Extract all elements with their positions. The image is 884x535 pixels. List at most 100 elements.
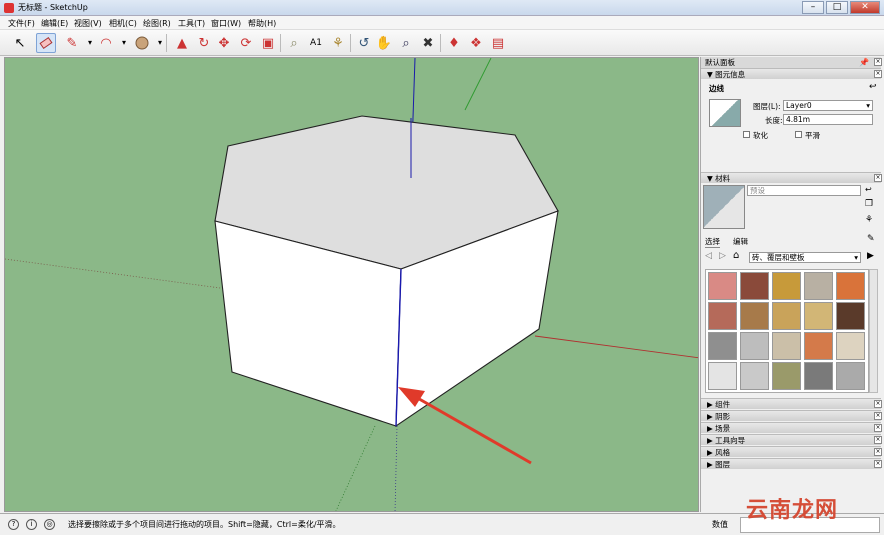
material-swatch[interactable] <box>708 362 737 390</box>
collapsed-panel-header[interactable]: ▶ 图层 <box>701 458 881 469</box>
green-axis <box>464 58 492 111</box>
eyedropper-icon[interactable]: ✎ <box>867 234 875 244</box>
material-swatch[interactable] <box>772 362 801 390</box>
warehouse-icon[interactable]: ♦ <box>444 33 464 53</box>
red-axis-dotted <box>5 258 236 291</box>
tab-edit[interactable]: 编辑 <box>733 236 748 247</box>
details-arrow-icon[interactable]: ▶ <box>867 251 874 261</box>
zoom-icon[interactable]: ⌕ <box>396 33 416 53</box>
collapsed-panel-header[interactable]: ▶ 风格 <box>701 446 881 457</box>
pan-icon[interactable]: ✋ <box>374 33 394 53</box>
geo-location-icon[interactable]: ? <box>8 519 19 530</box>
material-swatch[interactable] <box>772 272 801 300</box>
credits-icon[interactable]: i <box>26 519 37 530</box>
material-swatch[interactable] <box>836 302 865 330</box>
share-icon[interactable]: ▤ <box>488 33 508 53</box>
material-swatch[interactable] <box>772 302 801 330</box>
layer-select[interactable]: Layer0 ▾ <box>783 100 873 111</box>
text-icon[interactable]: A1 <box>306 33 326 53</box>
material-name-field[interactable]: 预设 <box>747 185 861 196</box>
entity-menu-icon[interactable]: ↩ <box>869 82 877 92</box>
push-pull-icon[interactable]: ▲ <box>172 33 192 53</box>
menu-draw[interactable]: 绘图(R) <box>143 18 171 29</box>
soften-checkbox[interactable] <box>743 131 750 138</box>
materials-close-icon[interactable]: × <box>874 174 882 182</box>
material-preview <box>703 185 745 229</box>
paint-icon[interactable]: ⚘ <box>328 33 348 53</box>
menu-view[interactable]: 视图(V) <box>74 18 102 29</box>
menu-edit[interactable]: 编辑(E) <box>41 18 68 29</box>
zoom-extents-icon[interactable]: ✖ <box>418 33 438 53</box>
pin-icon[interactable]: 📌 <box>859 58 869 67</box>
arc-icon[interactable]: ◠ <box>96 33 116 53</box>
eraser-icon[interactable] <box>36 33 56 53</box>
arc-dropdown-icon[interactable]: ▾ <box>114 33 134 53</box>
collapsed-panel-close-icon[interactable]: × <box>874 400 882 408</box>
material-swatch[interactable] <box>740 272 769 300</box>
entity-info-close-icon[interactable]: × <box>874 70 882 78</box>
entity-info-header[interactable]: ▼ 图元信息 <box>701 68 881 79</box>
paint-dropdown-icon[interactable]: ▾ <box>150 33 170 53</box>
account-icon[interactable]: ◎ <box>44 519 55 530</box>
material-swatch[interactable] <box>836 362 865 390</box>
menu-file[interactable]: 文件(F) <box>8 18 35 29</box>
swatch-scrollbar[interactable] <box>869 269 878 393</box>
home-icon[interactable]: ⌂ <box>733 250 739 261</box>
menu-camera[interactable]: 相机(C) <box>109 18 137 29</box>
material-swatch[interactable] <box>836 272 865 300</box>
collapsed-panel-header[interactable]: ▶ 工具向导 <box>701 434 881 445</box>
tray-close-icon[interactable]: × <box>874 58 882 66</box>
collapsed-panel-close-icon[interactable]: × <box>874 448 882 456</box>
minimize-button[interactable]: – <box>802 1 824 14</box>
scene-canvas[interactable] <box>5 58 699 512</box>
material-swatch[interactable] <box>804 362 833 390</box>
orbit-icon[interactable]: ↺ <box>354 33 374 53</box>
sketchup-logo-icon <box>4 3 14 13</box>
materials-header[interactable]: ▼ 材料 <box>701 172 881 183</box>
material-swatch[interactable] <box>708 272 737 300</box>
close-button[interactable]: ✕ <box>850 1 880 14</box>
material-swatch[interactable] <box>740 302 769 330</box>
material-category-select[interactable]: 砖、覆层和壁板 ▾ <box>749 252 861 263</box>
material-swatch[interactable] <box>804 332 833 360</box>
pencil-icon[interactable]: ✎ <box>62 33 82 53</box>
select-icon[interactable]: ↖ <box>10 33 30 53</box>
menu-help[interactable]: 帮助(H) <box>248 18 276 29</box>
length-field[interactable]: 4.81m <box>783 114 873 125</box>
rotate-icon[interactable]: ⟳ <box>236 33 256 53</box>
tab-select[interactable]: 选择 <box>705 236 720 248</box>
maximize-button[interactable]: □ <box>826 1 848 14</box>
collapsed-panel-close-icon[interactable]: × <box>874 412 882 420</box>
material-swatch[interactable] <box>740 332 769 360</box>
paint-bucket-icon[interactable] <box>132 33 152 53</box>
back-icon[interactable]: ◁ <box>705 251 712 261</box>
collapsed-panel-header[interactable]: ▶ 组件 <box>701 398 881 409</box>
material-swatch[interactable] <box>772 332 801 360</box>
smooth-checkbox[interactable] <box>795 131 802 138</box>
collapsed-panel-close-icon[interactable]: × <box>874 436 882 444</box>
material-swatch[interactable] <box>740 362 769 390</box>
menu-window[interactable]: 窗口(W) <box>211 18 241 29</box>
model-viewport[interactable] <box>4 57 699 512</box>
follow-me-icon[interactable]: ↻ <box>194 33 214 53</box>
collapsed-panel-header[interactable]: ▶ 阴影 <box>701 410 881 421</box>
material-swatch[interactable] <box>836 332 865 360</box>
collapsed-panel-close-icon[interactable]: × <box>874 424 882 432</box>
soften-label: 软化 <box>753 131 768 140</box>
move-icon[interactable]: ✥ <box>214 33 234 53</box>
material-swatch[interactable] <box>804 302 833 330</box>
paint-bucket-small-icon[interactable]: ⚘ <box>865 215 873 225</box>
material-swatch[interactable] <box>804 272 833 300</box>
material-swatch[interactable] <box>708 332 737 360</box>
scale-icon[interactable]: ▣ <box>258 33 278 53</box>
material-swatch[interactable] <box>708 302 737 330</box>
tape-measure-icon[interactable]: ⌕ <box>284 33 304 53</box>
forward-icon[interactable]: ▷ <box>719 251 726 261</box>
menu-tools[interactable]: 工具(T) <box>178 18 205 29</box>
components-icon[interactable]: ❖ <box>466 33 486 53</box>
collapsed-panel-close-icon[interactable]: × <box>874 460 882 468</box>
collapsed-panel-header[interactable]: ▶ 场景 <box>701 422 881 433</box>
material-sample-icon[interactable]: ↩ <box>865 185 872 194</box>
chevron-down-icon: ▾ <box>854 253 858 262</box>
create-material-icon[interactable]: ❐ <box>865 199 873 209</box>
